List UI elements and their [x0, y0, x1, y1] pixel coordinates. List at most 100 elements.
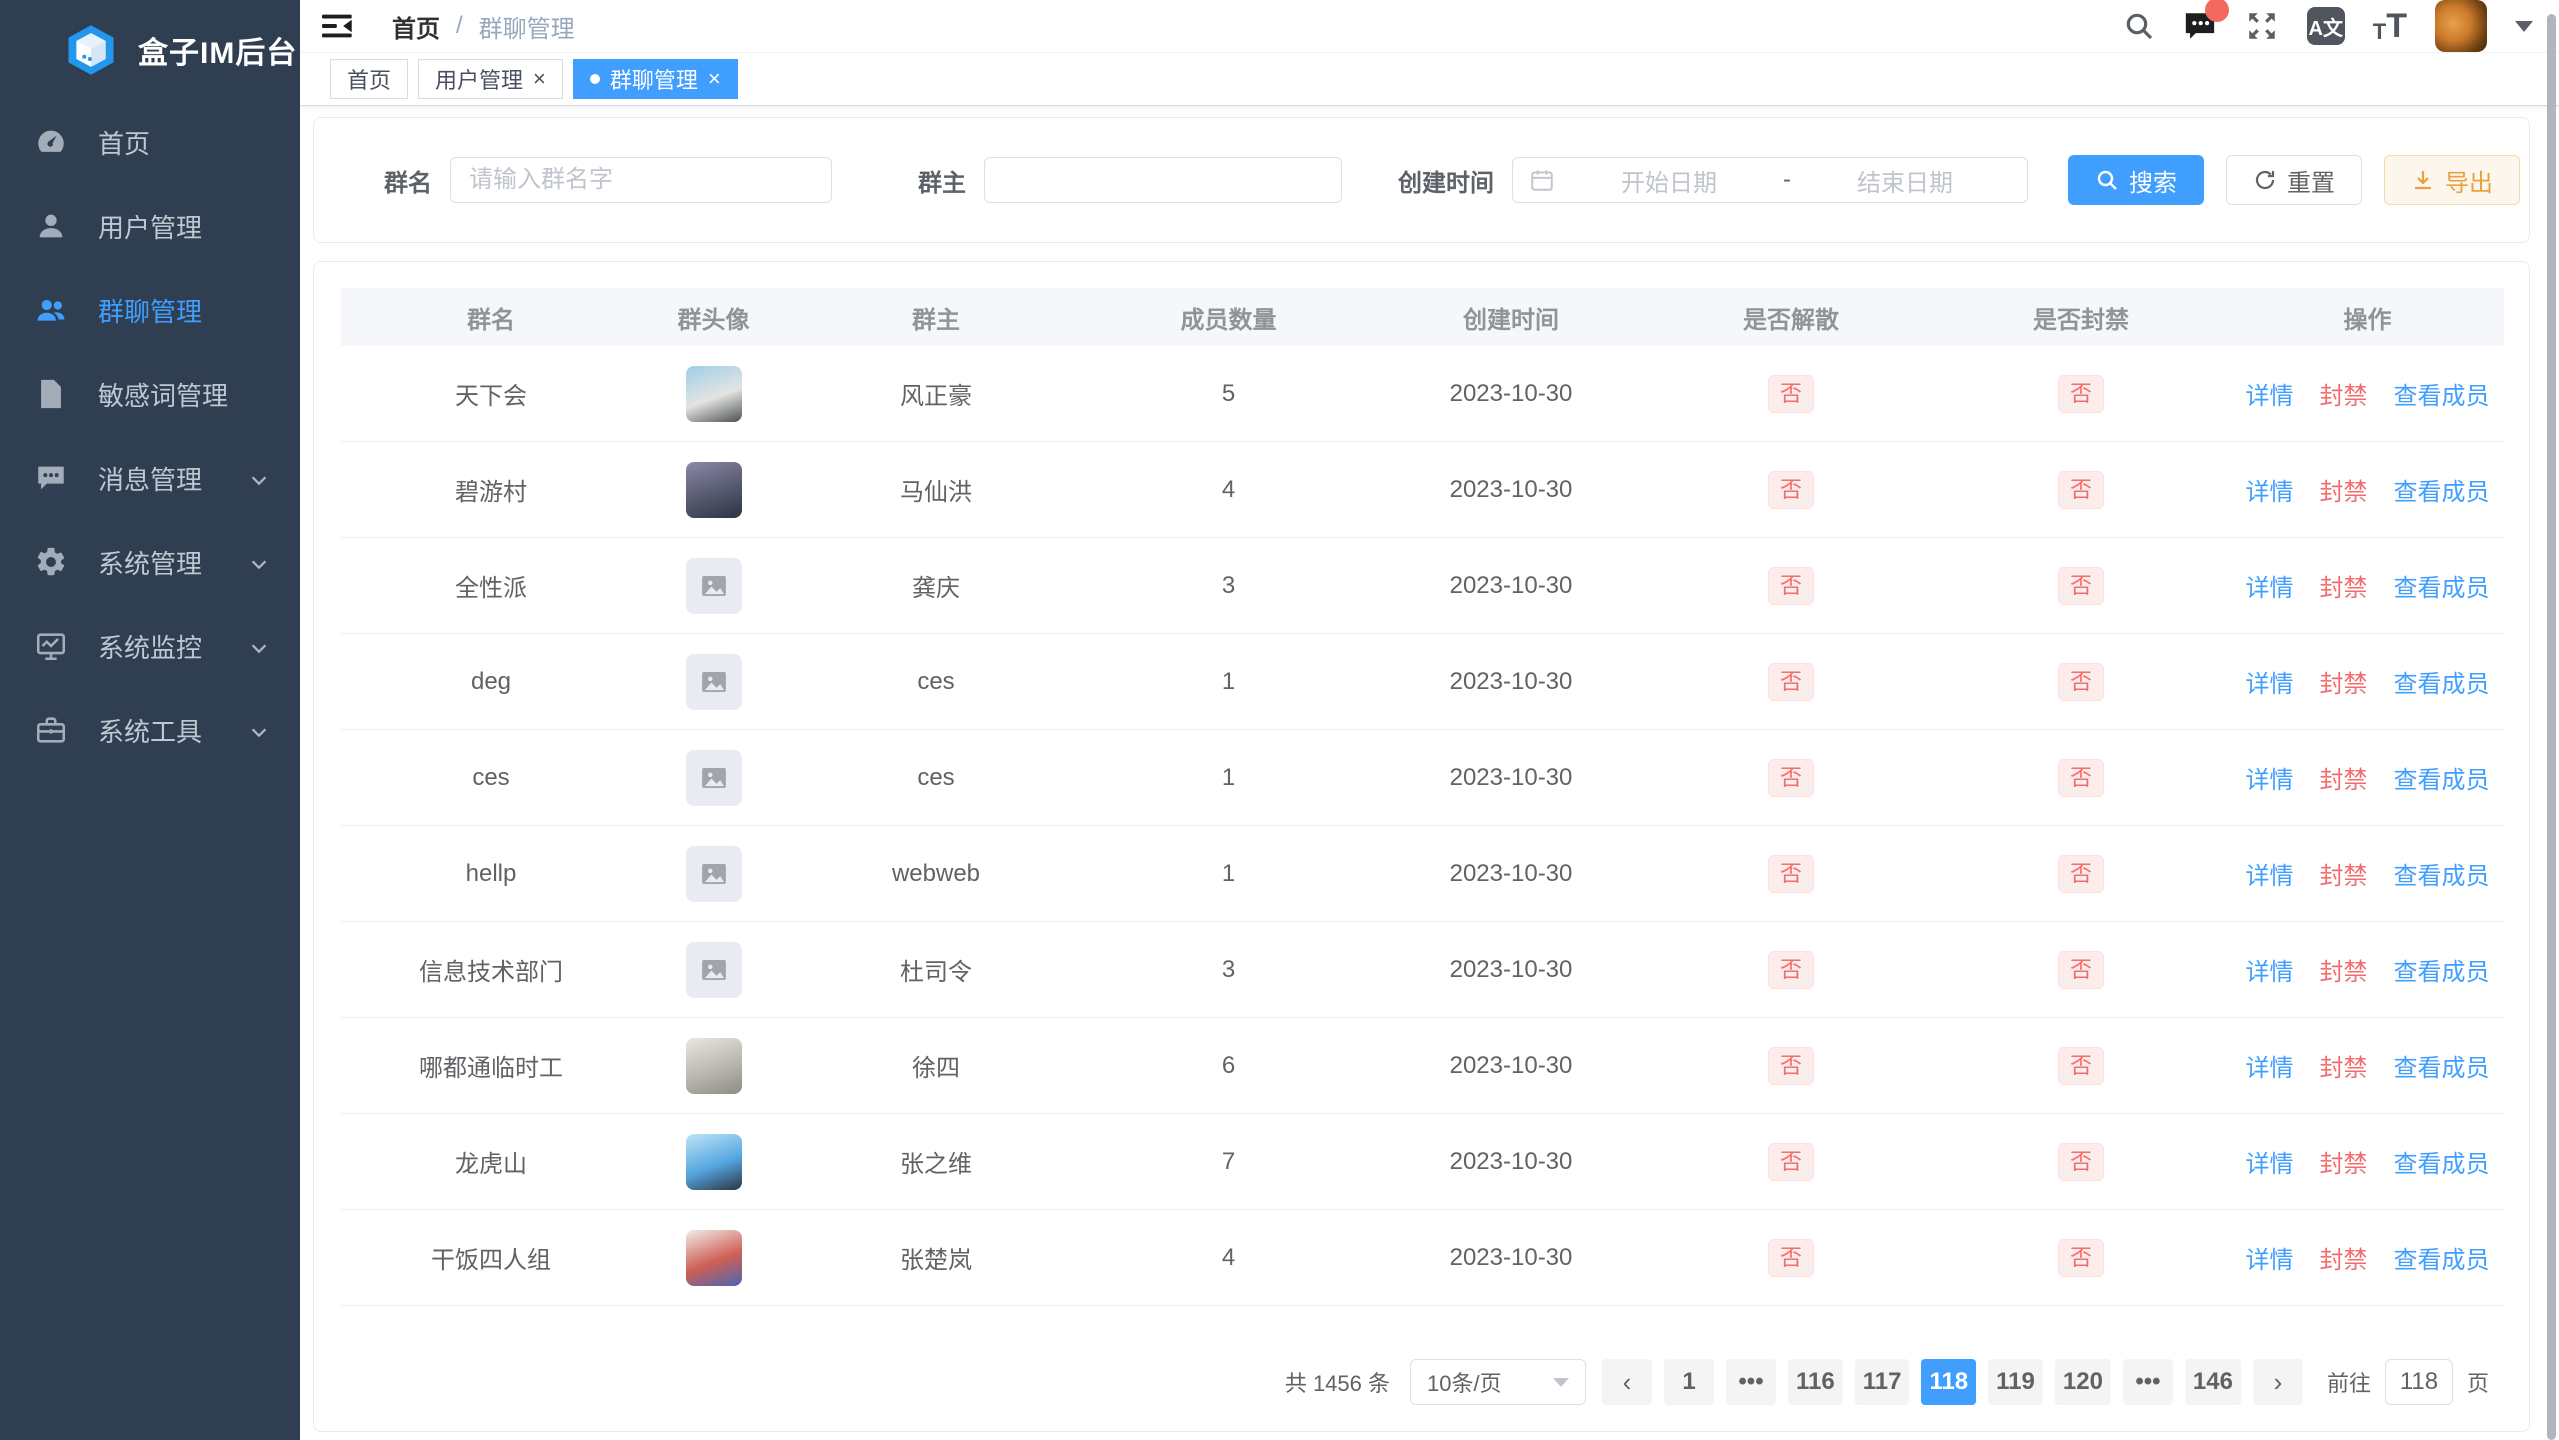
table-row: ces ces 1 2023-10-30 否 否 详情封禁查看成员 — [341, 730, 2504, 826]
page-button-118[interactable]: 118 — [1921, 1359, 1976, 1405]
group-name-input[interactable] — [450, 157, 832, 203]
search-icon[interactable] — [2123, 10, 2155, 42]
dissolved-badge: 否 — [1768, 759, 1814, 797]
caret-down-icon[interactable] — [2515, 21, 2533, 32]
created-time-label: 创建时间 — [1398, 163, 1494, 198]
banned-badge: 否 — [2058, 759, 2104, 797]
ban-link[interactable]: 封禁 — [2320, 664, 2368, 699]
export-button[interactable]: 导出 — [2384, 155, 2520, 205]
detail-link[interactable]: 详情 — [2246, 664, 2294, 699]
sidebar-item-gear[interactable]: 系统管理 — [0, 520, 300, 604]
sidebar-collapse-icon[interactable] — [322, 12, 354, 40]
next-page-button[interactable]: › — [2253, 1359, 2303, 1405]
detail-link[interactable]: 详情 — [2246, 568, 2294, 603]
user-avatar[interactable] — [2435, 0, 2487, 52]
page-button-116[interactable]: 116 — [1788, 1359, 1843, 1405]
detail-link[interactable]: 详情 — [2246, 856, 2294, 891]
cell-owner: 马仙洪 — [786, 472, 1086, 507]
table-row: 哪都通临时工 徐四 6 2023-10-30 否 否 详情封禁查看成员 — [341, 1018, 2504, 1114]
detail-link[interactable]: 详情 — [2246, 472, 2294, 507]
language-icon[interactable]: A文 — [2307, 7, 2345, 45]
total-count: 共 1456 条 — [1285, 1366, 1390, 1398]
view-members-link[interactable]: 查看成员 — [2394, 664, 2490, 699]
page-button-117[interactable]: 117 — [1855, 1359, 1910, 1405]
close-icon[interactable]: × — [708, 68, 721, 90]
sidebar-item-toolbox[interactable]: 系统工具 — [0, 688, 300, 772]
cell-group-name: deg — [341, 668, 641, 696]
dissolved-badge: 否 — [1768, 471, 1814, 509]
navbar-actions: A文 TT — [2123, 0, 2533, 53]
page-size-select[interactable]: 10条/页 — [1410, 1359, 1586, 1405]
date-separator: - — [1783, 166, 1791, 194]
sidebar-item-users[interactable]: 群聊管理 — [0, 268, 300, 352]
table-row: 信息技术部门 杜司令 3 2023-10-30 否 否 详情封禁查看成员 — [341, 922, 2504, 1018]
goto-page-input[interactable] — [2385, 1359, 2453, 1405]
sidebar-item-monitor[interactable]: 系统监控 — [0, 604, 300, 688]
view-members-link[interactable]: 查看成员 — [2394, 472, 2490, 507]
tab-首页[interactable]: 首页 — [330, 59, 408, 99]
search-button[interactable]: 搜索 — [2068, 155, 2204, 205]
view-members-link[interactable]: 查看成员 — [2394, 760, 2490, 795]
detail-link[interactable]: 详情 — [2246, 1240, 2294, 1275]
view-members-link[interactable]: 查看成员 — [2394, 1048, 2490, 1083]
close-icon[interactable]: × — [533, 68, 546, 90]
page-button-119[interactable]: 119 — [1988, 1359, 2043, 1405]
view-members-link[interactable]: 查看成员 — [2394, 856, 2490, 891]
message-badge — [2205, 0, 2229, 22]
cell-group-name: 碧游村 — [341, 472, 641, 507]
detail-link[interactable]: 详情 — [2246, 952, 2294, 987]
cell-actions: 详情封禁查看成员 — [2231, 568, 2504, 603]
scrollbar-thumb[interactable] — [2547, 14, 2556, 1440]
view-members-link[interactable]: 查看成员 — [2394, 952, 2490, 987]
detail-link[interactable]: 详情 — [2246, 376, 2294, 411]
ban-link[interactable]: 封禁 — [2320, 568, 2368, 603]
date-range-picker[interactable]: 开始日期 - 结束日期 — [1512, 157, 2028, 203]
detail-link[interactable]: 详情 — [2246, 1144, 2294, 1179]
ban-link[interactable]: 封禁 — [2320, 856, 2368, 891]
ban-link[interactable]: 封禁 — [2320, 376, 2368, 411]
detail-link[interactable]: 详情 — [2246, 1048, 2294, 1083]
cell-actions: 详情封禁查看成员 — [2231, 376, 2504, 411]
page-ellipsis[interactable]: ••• — [1726, 1359, 1776, 1405]
reset-button[interactable]: 重置 — [2226, 155, 2362, 205]
page-button-120[interactable]: 120 — [2055, 1359, 2111, 1405]
detail-link[interactable]: 详情 — [2246, 760, 2294, 795]
app-logo-icon — [64, 23, 118, 77]
sidebar-item-document[interactable]: 敏感词管理 — [0, 352, 300, 436]
table-header-row: 群名群头像群主成员数量创建时间是否解散是否封禁操作 — [341, 288, 2504, 346]
owner-input[interactable] — [984, 157, 1342, 203]
view-members-link[interactable]: 查看成员 — [2394, 1144, 2490, 1179]
ban-link[interactable]: 封禁 — [2320, 472, 2368, 507]
page-button-146[interactable]: 146 — [2185, 1359, 2241, 1405]
tab-label: 群聊管理 — [610, 63, 698, 95]
banned-badge: 否 — [2058, 471, 2104, 509]
cell-owner: 张之维 — [786, 1144, 1086, 1179]
font-size-icon[interactable]: TT — [2373, 9, 2407, 43]
page-ellipsis[interactable]: ••• — [2123, 1359, 2173, 1405]
sidebar-item-chat[interactable]: 消息管理 — [0, 436, 300, 520]
page-button-1[interactable]: 1 — [1664, 1359, 1714, 1405]
app-logo[interactable]: 盒子IM后台 — [0, 0, 300, 100]
view-members-link[interactable]: 查看成员 — [2394, 568, 2490, 603]
banned-badge: 否 — [2058, 1239, 2104, 1277]
cell-owner: ces — [786, 668, 1086, 696]
ban-link[interactable]: 封禁 — [2320, 1144, 2368, 1179]
view-members-link[interactable]: 查看成员 — [2394, 1240, 2490, 1275]
ban-link[interactable]: 封禁 — [2320, 760, 2368, 795]
message-icon[interactable] — [2183, 10, 2217, 42]
ban-link[interactable]: 封禁 — [2320, 952, 2368, 987]
table-row: 全性派 龚庆 3 2023-10-30 否 否 详情封禁查看成员 — [341, 538, 2504, 634]
ban-link[interactable]: 封禁 — [2320, 1240, 2368, 1275]
sidebar-item-dashboard[interactable]: 首页 — [0, 100, 300, 184]
column-header: 群名 — [341, 300, 641, 335]
breadcrumb-home[interactable]: 首页 — [392, 9, 440, 44]
view-members-link[interactable]: 查看成员 — [2394, 376, 2490, 411]
download-icon — [2411, 168, 2435, 192]
sidebar-item-user[interactable]: 用户管理 — [0, 184, 300, 268]
ban-link[interactable]: 封禁 — [2320, 1048, 2368, 1083]
prev-page-button[interactable]: ‹ — [1602, 1359, 1652, 1405]
tab-群聊管理[interactable]: 群聊管理 × — [573, 59, 738, 99]
fullscreen-icon[interactable] — [2245, 9, 2279, 43]
tab-用户管理[interactable]: 用户管理× — [418, 59, 563, 99]
pagination: 共 1456 条 10条/页 ‹ 1 ••• 116 117118 119 120 ••• 1… — [1285, 1359, 2489, 1405]
